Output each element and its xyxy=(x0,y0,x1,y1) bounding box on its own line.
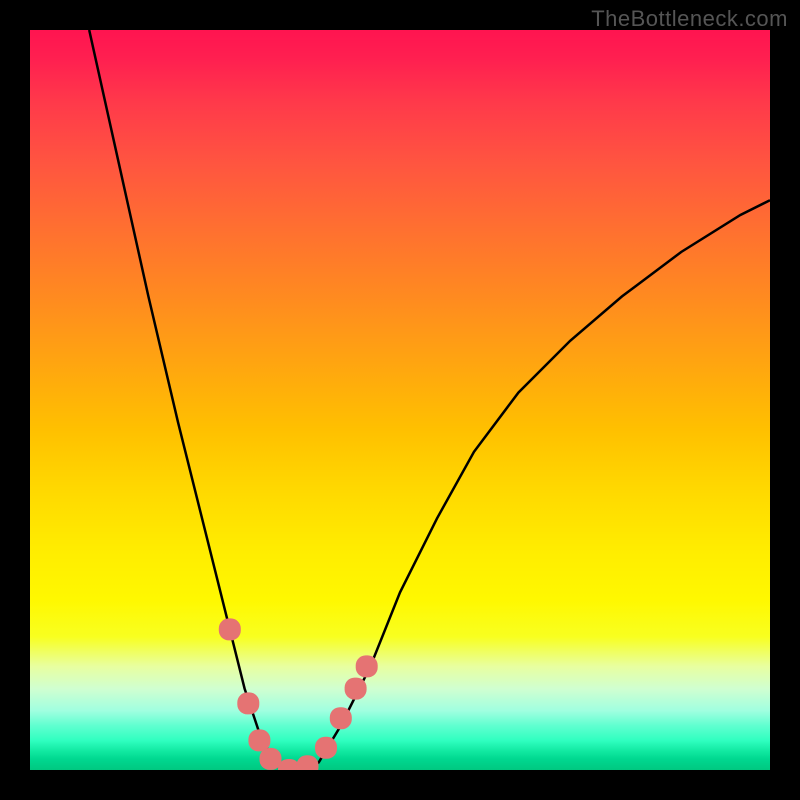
bottleneck-curve xyxy=(89,30,770,770)
marker-1 xyxy=(219,618,241,640)
marker-2 xyxy=(237,692,259,714)
marker-4 xyxy=(260,748,282,770)
marker-9 xyxy=(345,678,367,700)
marker-7 xyxy=(315,737,337,759)
marker-8 xyxy=(330,707,352,729)
marker-10 xyxy=(356,655,378,677)
marker-6 xyxy=(297,755,319,770)
watermark-text: TheBottleneck.com xyxy=(591,6,788,32)
chart-svg xyxy=(30,30,770,770)
chart-plot-area xyxy=(30,30,770,770)
curve-markers xyxy=(219,618,378,770)
marker-3 xyxy=(248,729,270,751)
